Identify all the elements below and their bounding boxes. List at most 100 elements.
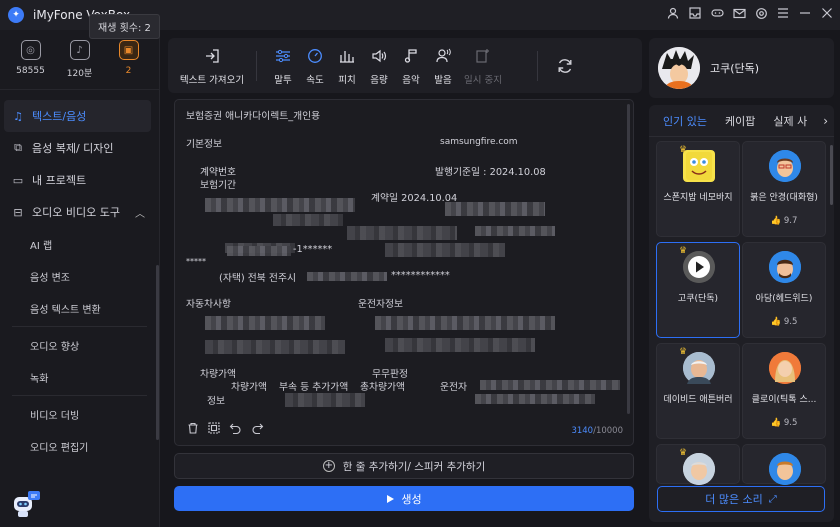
voice-card[interactable]: ♛ [656,444,740,485]
trash-icon[interactable] [187,422,199,437]
user-icon[interactable] [666,6,680,20]
voice-card[interactable] [742,444,826,485]
play-count-tooltip: 재생 횟수: 2 [89,14,160,39]
refresh-icon[interactable] [552,53,578,79]
doc-issue-date: 발행기준일 : 2024.10.08 [435,167,546,178]
title-bar-actions [666,6,834,20]
voice-name: 데이비드 애튼버러 [663,395,733,405]
chevron-up-icon: ︿ [135,208,145,220]
sidebar-item-audio-video-tools[interactable]: ⊟ 오디오 비디오 도구 ︿ [0,196,159,228]
sidebar-subitem-video-dubbing[interactable]: 비디오 더빙 [0,398,159,430]
doc-driver: 운전자 [440,382,468,393]
editor-scrollbar[interactable] [627,104,630,414]
speedometer-icon [307,46,323,66]
redacted-block [227,246,291,256]
pitch-button[interactable]: 피치 [331,38,363,93]
select-all-icon[interactable] [208,422,220,437]
editor-content[interactable]: 보험증권 애니카다이렉트_개인용 기본정보 samsungfire.com 계약… [175,100,623,418]
voice-card[interactable]: ♛ 데이비드 애튼버러 [656,343,740,439]
import-text-button[interactable]: 텍스트 가져오기 [168,38,256,93]
doc-vehicle-info: 자동차사항 [186,299,232,310]
add-line-label: 한 줄 추가하기/ 스피커 추가하기 [342,460,486,473]
generate-button[interactable]: 생성 [174,486,634,511]
pause-button[interactable]: 일시 중지 [459,38,507,93]
sidebar-item-my-projects[interactable]: ▭ 내 프로젝트 [0,164,159,196]
redacted-block [475,226,555,236]
sidebar-item-label: 텍스트/음성 [32,110,87,123]
voice-card[interactable]: 클로이(틱톡 스... 👍 9.5 [742,343,826,439]
doc-accessory: 부속 등 추가가액 [279,382,349,393]
more-voices-button[interactable]: 더 많은 소리 ⤢ [657,486,825,512]
redacted-block [205,198,355,212]
pause-insert-icon [476,46,490,66]
doc-vehicle-value2: 차량가액 [231,382,268,393]
stat-plays[interactable]: ▣ 2 [109,40,149,89]
voice-avatar [769,453,801,485]
tone-label: 말투 [274,74,292,86]
stat-plays-value: 2 [125,66,132,76]
mail-icon[interactable] [732,6,746,20]
tone-button[interactable]: 말투 [267,38,299,93]
expand-icon: ⤢ [768,493,777,505]
voice-avatar [683,150,715,182]
sidebar-subitem-speech-to-text[interactable]: 음성 텍스트 변환 [0,292,159,324]
stat-characters[interactable]: ◎ 58555 [11,40,51,89]
minimize-icon[interactable] [798,6,812,20]
doc-vehicle-value: 차량가액 [200,369,237,380]
import-text-label: 텍스트 가져오기 [179,74,245,86]
layers-icon: ▣ [118,40,139,60]
menu-icon[interactable] [776,6,790,20]
pause-label: 일시 중지 [464,74,502,86]
music-label: 음악 [402,74,420,86]
settings-icon[interactable] [754,6,768,20]
character-counter: 3140/10000 [571,426,623,436]
assistant-robot-icon[interactable] [8,487,42,521]
redacted-block [385,338,535,352]
voice-card[interactable]: ♛ 스폰지밥 네모바지 [656,141,740,237]
undo-icon[interactable] [229,422,242,437]
speed-button[interactable]: 속도 [299,38,331,93]
sidebar-subitem-audio-enhance[interactable]: 오디오 향상 [0,329,159,361]
sidebar-subitem-audio-editor[interactable]: 오디오 편집기 [0,430,159,462]
gamepad-icon[interactable] [710,6,724,20]
voice-rating-value: 9.5 [783,418,798,428]
divider [537,50,538,81]
doc-email: samsungfire.com [440,137,518,147]
close-icon[interactable] [820,6,834,20]
text-editor[interactable]: 보험증권 애니카다이렉트_개인용 기본정보 samsungfire.com 계약… [174,99,634,446]
doc-title: 보험증권 애니카다이렉트_개인용 [186,111,321,122]
redo-icon[interactable] [251,422,264,437]
pronunciation-button[interactable]: 발음 [427,38,459,93]
import-icon [204,46,220,66]
chevron-right-icon[interactable]: › [823,114,828,128]
voice-scrollbar[interactable] [830,145,833,205]
voice-card[interactable]: 붉은 안경(대화형) 👍 9.7 [742,141,826,237]
add-line-button[interactable]: + 한 줄 추가하기/ 스피커 추가하기 [174,453,634,479]
music-button[interactable]: 음악 [395,38,427,93]
copy-icon: ⧉ [14,141,22,154]
tab-kpop[interactable]: 케이팝 [725,113,755,129]
selected-voice-name: 고쿠(단독) [710,62,760,75]
selected-voice-card[interactable]: 고쿠(단독) [649,38,834,98]
speed-label: 속도 [306,74,324,86]
tab-popular[interactable]: 인기 있는 [663,113,707,129]
main-panel: 텍스트 가져오기 말투 속도 피치 음량 음악 발음 일시 중지 보험증권 애니… [168,38,642,522]
divider [12,326,147,327]
stat-minutes[interactable]: ♪ 120분 [60,40,100,89]
sidebar-scrollbar[interactable] [156,265,159,440]
plus-circle-icon: + [322,460,335,472]
crown-icon: ♛ [679,246,688,256]
redacted-block [205,316,325,330]
sidebar-item-text-to-speech[interactable]: ♫ 텍스트/음성 [4,100,151,132]
sidebar-subitem-voice-changer[interactable]: 음성 변조 [0,260,159,292]
doc-driver-info: 운전자정보 [358,299,404,310]
volume-button[interactable]: 음량 [363,38,395,93]
sidebar-subitem-ai-lab[interactable]: AI 랩 [0,228,159,260]
voice-card[interactable]: 아담(헤드위드) 👍 9.5 [742,242,826,338]
sidebar-item-voice-clone[interactable]: ⧉ 음성 복제/ 디자인 [0,132,159,164]
doc-claims: 무무판정 [372,369,409,380]
tray-icon[interactable] [688,6,702,20]
sidebar-subitem-recording[interactable]: 녹화 [0,361,159,393]
voice-card-selected[interactable]: ♛ 고쿠(단독) [656,242,740,338]
tab-real[interactable]: 실제 사 [773,113,807,129]
